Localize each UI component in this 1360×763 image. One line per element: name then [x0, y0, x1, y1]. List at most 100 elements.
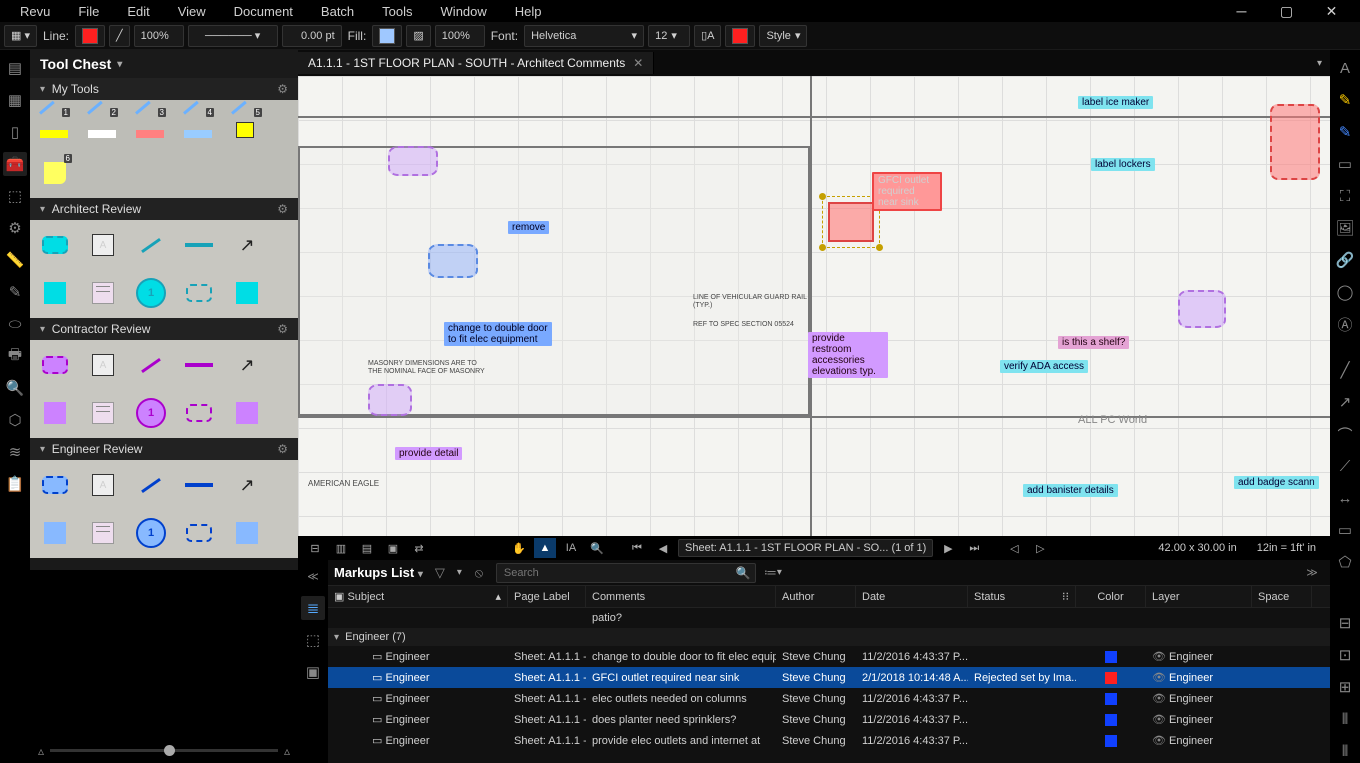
hide-markups-icon[interactable]: ⦸ [470, 564, 488, 582]
zoom-out-icon[interactable]: ▵ [38, 744, 44, 758]
right-arrow-icon[interactable]: ↗ [1333, 390, 1357, 414]
markups-sets-icon[interactable]: ▣ [301, 660, 325, 684]
prev-view-icon[interactable]: ◁ [1003, 538, 1025, 558]
select-tool-icon[interactable]: ▲ [534, 538, 556, 558]
sheet-selector[interactable]: Sheet: A1.1.1 - 1ST FLOOR PLAN - SO... (… [678, 539, 933, 557]
next-page-icon[interactable]: ▶ [937, 538, 959, 558]
right-panel-c-icon[interactable]: ⊞ [1333, 675, 1357, 699]
right-panel-e-icon[interactable]: ⦀ [1333, 739, 1357, 763]
col-page-label[interactable]: Page Label [508, 586, 586, 607]
menu-revu[interactable]: Revu [6, 2, 64, 21]
rail-grid-icon[interactable]: ▦ [3, 88, 27, 112]
right-ellipse-icon[interactable]: ◯ [1333, 280, 1357, 304]
rail-hexagon-icon[interactable]: ⬡ [3, 408, 27, 432]
markup-callout[interactable]: verify ADA access [1000, 360, 1088, 373]
col-subject[interactable]: ▣ Subject▴ [328, 586, 508, 607]
tool-item[interactable] [180, 274, 218, 312]
rail-measure-icon[interactable]: 📏 [3, 248, 27, 272]
right-rect-icon[interactable]: ▭ [1333, 518, 1357, 542]
line-width-input[interactable]: 0.00 pt [282, 25, 342, 47]
tool-chest-title[interactable]: Tool Chest▾ [30, 50, 298, 78]
tool-item[interactable]: 1 [132, 274, 170, 312]
profile-dropdown[interactable]: ▦ ▾ [4, 25, 37, 47]
font-size-dropdown[interactable]: 12 ▾ [648, 25, 690, 47]
markups-group-header[interactable]: ▾ Engineer (7) [328, 628, 1330, 646]
tool-item[interactable] [180, 514, 218, 552]
rail-stack-icon[interactable]: ≋ [3, 440, 27, 464]
tool-item[interactable] [180, 394, 218, 432]
menu-document[interactable]: Document [220, 2, 307, 21]
right-dimension-icon[interactable]: ↔ [1333, 486, 1357, 510]
document-viewport[interactable]: label ice makerlabel lockersadd banister… [298, 76, 1330, 536]
right-line-icon[interactable]: ╱ [1333, 358, 1357, 382]
menu-window[interactable]: Window [427, 2, 501, 21]
rail-toolchest-icon[interactable]: 🧰 [3, 152, 27, 176]
markup-callout[interactable]: provide restroom accessories elevations … [808, 332, 888, 378]
fill-color-picker[interactable] [372, 25, 402, 47]
unsplit-icon[interactable]: ▣ [382, 538, 404, 558]
table-row[interactable]: ▭ Engineer Sheet: A1.1.1 -... GFCI outle… [328, 667, 1330, 688]
col-comments[interactable]: Comments [586, 586, 776, 607]
tool-item[interactable]: 1 [132, 514, 170, 552]
col-color[interactable]: Color [1076, 586, 1146, 607]
window-maximize-button[interactable]: ▢ [1264, 0, 1309, 22]
toolset-header[interactable]: ▾ My Tools⚙ [30, 78, 298, 100]
menu-tools[interactable]: Tools [368, 2, 426, 21]
tool-item[interactable]: ↗ [228, 346, 266, 384]
right-polygon-icon[interactable]: ⬠ [1333, 550, 1357, 574]
rail-settings-icon[interactable]: ⚙ [3, 216, 27, 240]
cloud-markup[interactable] [428, 244, 478, 278]
next-view-icon[interactable]: ▷ [1029, 538, 1051, 558]
tool-item[interactable]: ↗ [228, 466, 266, 504]
prev-page-icon[interactable]: ◀ [652, 538, 674, 558]
markup-callout[interactable]: GFCI outlet required near sink [872, 172, 942, 211]
tool-item[interactable] [180, 346, 218, 384]
right-pen-icon[interactable]: ✎ [1333, 120, 1357, 144]
text-color-picker[interactable] [725, 25, 755, 47]
col-date[interactable]: Date [856, 586, 968, 607]
menu-help[interactable]: Help [501, 2, 556, 21]
cloud-markup[interactable] [388, 146, 438, 176]
right-image-icon[interactable]: 🖼 [1333, 216, 1357, 240]
rail-layers-icon[interactable]: ⬚ [3, 184, 27, 208]
panel-toggle-icon[interactable]: ⊟ [304, 538, 326, 558]
tool-item[interactable]: ↗ [228, 226, 266, 264]
right-highlight-icon[interactable]: ✎ [1333, 88, 1357, 112]
markup-callout[interactable]: provide detail [395, 447, 462, 460]
gear-icon[interactable]: ⚙ [277, 322, 288, 336]
right-panel-d-icon[interactable]: ⫴ [1333, 707, 1357, 731]
markup-callout[interactable]: change to double door to fit elec equipm… [444, 322, 552, 346]
right-link-icon[interactable]: 🔗 [1333, 248, 1357, 272]
tool-item[interactable]: 4 [180, 106, 218, 144]
window-close-button[interactable]: ✕ [1309, 0, 1354, 22]
rail-search-icon[interactable]: 🔍 [3, 376, 27, 400]
cloud-markup[interactable] [1178, 290, 1226, 328]
tool-item[interactable] [132, 346, 170, 384]
col-author[interactable]: Author [776, 586, 856, 607]
markup-callout[interactable]: is this a shelf? [1058, 336, 1129, 349]
markup-callout[interactable]: remove [508, 221, 549, 234]
font-family-dropdown[interactable]: Helvetica▾ [524, 25, 644, 47]
zoom-slider[interactable] [50, 749, 278, 752]
tool-item[interactable] [132, 466, 170, 504]
right-arc-icon[interactable]: ⌒ [1333, 422, 1357, 446]
sync-views-icon[interactable]: ⇄ [408, 538, 430, 558]
rail-print-icon[interactable]: 🖶 [3, 344, 27, 368]
rail-form-icon[interactable]: 📋 [3, 472, 27, 496]
tool-item[interactable] [180, 466, 218, 504]
gear-icon[interactable]: ⚙ [277, 442, 288, 456]
collapse-right-icon[interactable]: ≫ [1300, 561, 1324, 585]
tool-item[interactable] [36, 226, 74, 264]
zoom-in-icon[interactable]: ▵ [284, 744, 290, 758]
markup-callout[interactable]: label lockers [1091, 158, 1155, 171]
tool-item[interactable] [36, 346, 74, 384]
gear-icon[interactable]: ⚙ [277, 202, 288, 216]
tool-item[interactable]: 3 [132, 106, 170, 144]
cloud-markup-red[interactable] [1270, 104, 1320, 180]
right-snapshot-icon[interactable]: ⛶ [1333, 184, 1357, 208]
right-note-icon[interactable]: ▭ [1333, 152, 1357, 176]
right-panel-a-icon[interactable]: ⊟ [1333, 611, 1357, 635]
tool-item[interactable] [84, 514, 122, 552]
style-dropdown[interactable]: Style ▾ [759, 25, 807, 47]
tool-item[interactable] [36, 514, 74, 552]
